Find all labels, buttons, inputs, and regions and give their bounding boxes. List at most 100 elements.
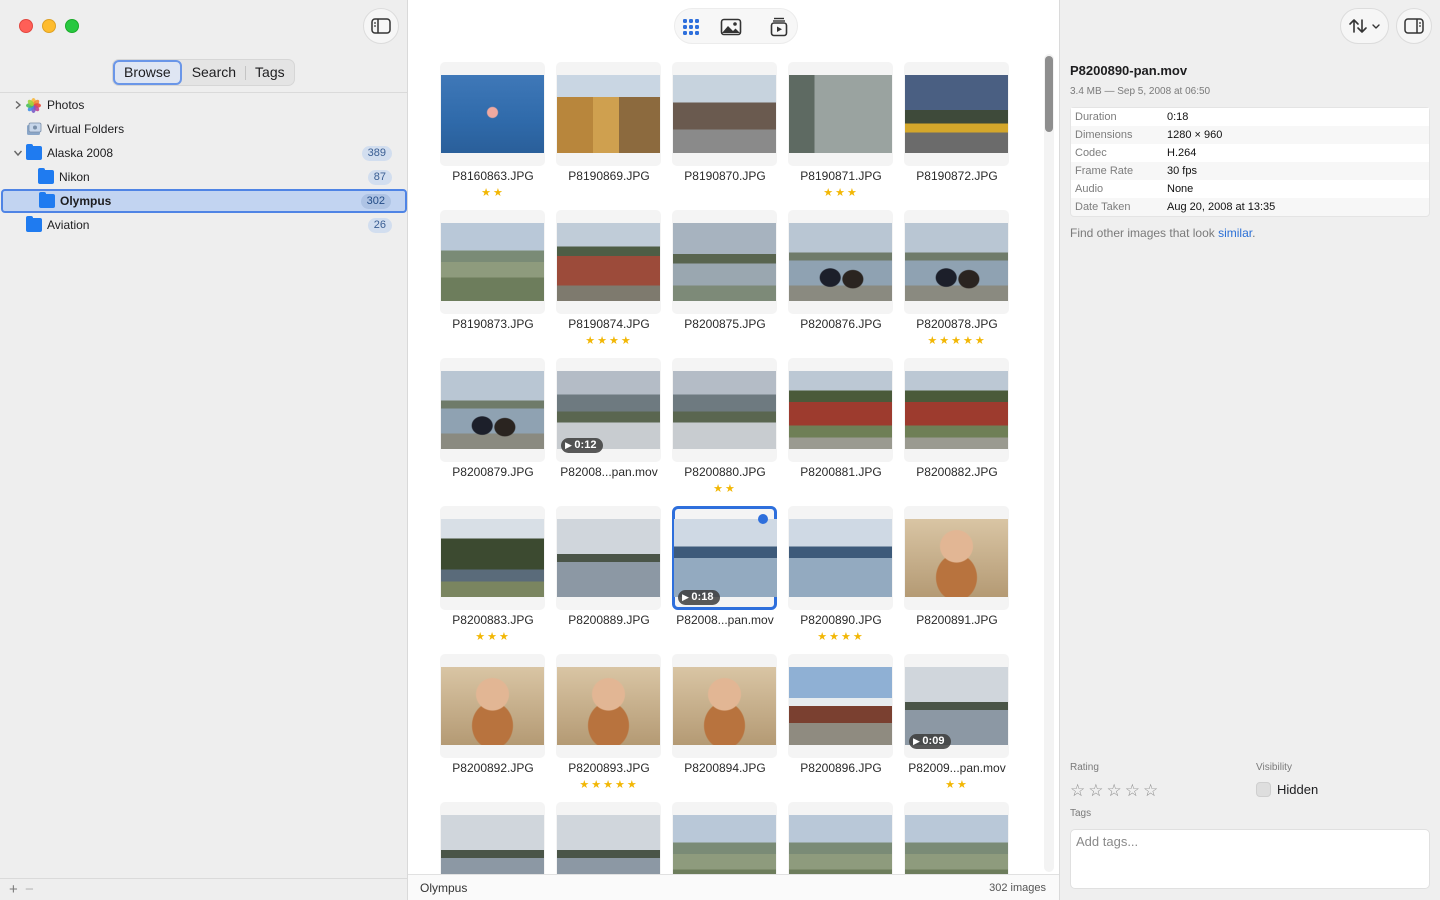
thumbnail-frame[interactable] xyxy=(788,506,893,610)
hidden-toggle[interactable]: Hidden xyxy=(1256,782,1318,797)
thumbnail-item[interactable]: P8200882.JPG xyxy=(904,358,1010,498)
similar-link[interactable]: similar xyxy=(1218,226,1252,240)
thumbnail-item[interactable]: ▶ 0:09 P82009...pan.mov ★★ xyxy=(904,654,1010,794)
star-outline-icon[interactable]: ☆ xyxy=(1070,781,1088,800)
thumbnail-item[interactable]: P8200894.JPG xyxy=(672,654,778,794)
thumbnail-frame[interactable] xyxy=(556,802,661,874)
thumbnail-item[interactable]: P8190870.JPG xyxy=(672,62,778,202)
thumbnail-frame[interactable] xyxy=(556,506,661,610)
thumbnail-item[interactable] xyxy=(556,802,662,874)
grid-view-icon xyxy=(683,19,699,35)
thumbnail-item[interactable]: P8200878.JPG ★★★★★ xyxy=(904,210,1010,350)
thumbnail-item[interactable]: P8190872.JPG xyxy=(904,62,1010,202)
thumbnail-item[interactable]: P8190874.JPG ★★★★ xyxy=(556,210,662,350)
thumbnail-item[interactable]: P8200889.JPG xyxy=(556,506,662,646)
thumbnail-item[interactable]: ▶ 0:12 P82008...pan.mov xyxy=(556,358,662,498)
metadata-value: 0:18 xyxy=(1167,111,1189,123)
toggle-sidebar-button[interactable] xyxy=(363,8,399,44)
sidebar-item-nikon[interactable]: Nikon 87 xyxy=(0,165,408,189)
thumbnail-frame[interactable] xyxy=(904,506,1009,610)
thumbnail-frame[interactable] xyxy=(440,802,545,874)
thumbnail-frame[interactable] xyxy=(440,358,545,462)
add-folder-button[interactable]: + xyxy=(9,881,18,898)
photos-icon xyxy=(26,98,42,113)
thumbnail-frame[interactable] xyxy=(556,210,661,314)
thumbnail-item[interactable] xyxy=(904,802,1010,874)
sidebar-item-photos[interactable]: Photos xyxy=(0,93,408,117)
thumbnail-item[interactable] xyxy=(440,802,546,874)
tab-search[interactable]: Search xyxy=(183,60,245,85)
video-duration-badge: ▶ 0:12 xyxy=(561,438,604,453)
star-icon: ★ xyxy=(945,779,957,791)
thumbnail-frame[interactable] xyxy=(788,358,893,462)
rating-stars[interactable]: ☆☆☆☆☆ xyxy=(1070,781,1161,801)
thumbnail-item[interactable] xyxy=(788,802,894,874)
thumbnail-item[interactable]: P8160863.JPG ★★ xyxy=(440,62,546,202)
thumbnail-frame[interactable] xyxy=(556,654,661,758)
thumbnail-frame[interactable] xyxy=(440,654,545,758)
thumbnail-item[interactable]: P8200893.JPG ★★★★★ xyxy=(556,654,662,794)
thumbnail-frame[interactable] xyxy=(904,62,1009,166)
thumbnail-frame[interactable] xyxy=(904,210,1009,314)
thumbnail-frame[interactable] xyxy=(788,802,893,874)
thumbnail-frame[interactable]: ▶ 0:09 xyxy=(904,654,1009,758)
thumbnail-item[interactable]: P8200881.JPG xyxy=(788,358,894,498)
thumbnail-frame[interactable] xyxy=(672,802,777,874)
thumbnail-frame[interactable] xyxy=(672,358,777,462)
tab-browse[interactable]: Browse xyxy=(113,60,182,85)
star-outline-icon[interactable]: ☆ xyxy=(1125,781,1143,800)
thumbnail-item[interactable] xyxy=(672,802,778,874)
thumbnail-frame[interactable] xyxy=(440,62,545,166)
thumbnail-frame[interactable]: ▶ 0:18 xyxy=(672,506,777,610)
thumbnail-frame[interactable] xyxy=(672,654,777,758)
thumbnail-item[interactable]: P8190869.JPG xyxy=(556,62,662,202)
remove-folder-button[interactable]: − xyxy=(25,881,34,898)
star-outline-icon[interactable]: ☆ xyxy=(1143,781,1161,800)
sidebar-item-olympus[interactable]: Olympus 302 xyxy=(1,189,407,213)
thumbnail-frame[interactable] xyxy=(672,210,777,314)
grid-scrollbar[interactable] xyxy=(1044,54,1054,872)
thumbnail-item[interactable]: ▶ 0:18 P82008...pan.mov xyxy=(672,506,778,646)
play-icon: ▶ xyxy=(682,592,692,602)
sidebar-item-alaska-2008[interactable]: Alaska 2008 389 xyxy=(0,141,408,165)
thumbnail-frame[interactable] xyxy=(440,506,545,610)
sidebar-item-virtual-folders[interactable]: Virtual Folders xyxy=(0,117,408,141)
chevron-down-icon[interactable] xyxy=(13,148,23,158)
thumbnail-item[interactable]: P8190873.JPG xyxy=(440,210,546,350)
chevron-right-icon[interactable] xyxy=(13,100,23,110)
toggle-inspector-button[interactable] xyxy=(1396,8,1432,44)
star-outline-icon[interactable]: ☆ xyxy=(1088,781,1106,800)
thumbnail-frame[interactable] xyxy=(788,210,893,314)
thumbnail-item[interactable]: P8200890.JPG ★★★★ xyxy=(788,506,894,646)
thumbnail-frame[interactable] xyxy=(672,62,777,166)
thumbnail-item[interactable]: P8200896.JPG xyxy=(788,654,894,794)
thumbnail-frame[interactable] xyxy=(904,802,1009,874)
thumbnail-item[interactable]: P8200883.JPG ★★★ xyxy=(440,506,546,646)
thumbnail-item[interactable]: P8200880.JPG ★★ xyxy=(672,358,778,498)
star-outline-icon[interactable]: ☆ xyxy=(1107,781,1125,800)
tab-tags[interactable]: Tags xyxy=(246,60,294,85)
tags-input[interactable] xyxy=(1070,829,1430,889)
single-image-view-button[interactable] xyxy=(720,16,742,38)
thumbnail-frame[interactable]: ▶ 0:12 xyxy=(556,358,661,462)
thumbnail-item[interactable]: P8200875.JPG xyxy=(672,210,778,350)
maximize-window-button[interactable] xyxy=(65,19,79,33)
thumbnail-item[interactable]: P8200891.JPG xyxy=(904,506,1010,646)
sidebar-item-aviation[interactable]: Aviation 26 xyxy=(0,213,408,237)
thumbnail-item[interactable]: P8200892.JPG xyxy=(440,654,546,794)
sort-button[interactable] xyxy=(1340,8,1389,44)
slideshow-view-button[interactable] xyxy=(768,16,790,38)
close-window-button[interactable] xyxy=(19,19,33,33)
thumbnail-frame[interactable] xyxy=(904,358,1009,462)
thumbnail-frame[interactable] xyxy=(788,654,893,758)
thumbnail-item[interactable]: P8200879.JPG xyxy=(440,358,546,498)
scrollbar-thumb[interactable] xyxy=(1045,56,1053,132)
hidden-checkbox[interactable] xyxy=(1256,782,1271,797)
minimize-window-button[interactable] xyxy=(42,19,56,33)
thumbnail-frame[interactable] xyxy=(440,210,545,314)
thumbnail-frame[interactable] xyxy=(788,62,893,166)
thumbnail-item[interactable]: P8190871.JPG ★★★ xyxy=(788,62,894,202)
thumbnail-frame[interactable] xyxy=(556,62,661,166)
grid-view-button[interactable] xyxy=(680,16,702,38)
thumbnail-item[interactable]: P8200876.JPG xyxy=(788,210,894,350)
